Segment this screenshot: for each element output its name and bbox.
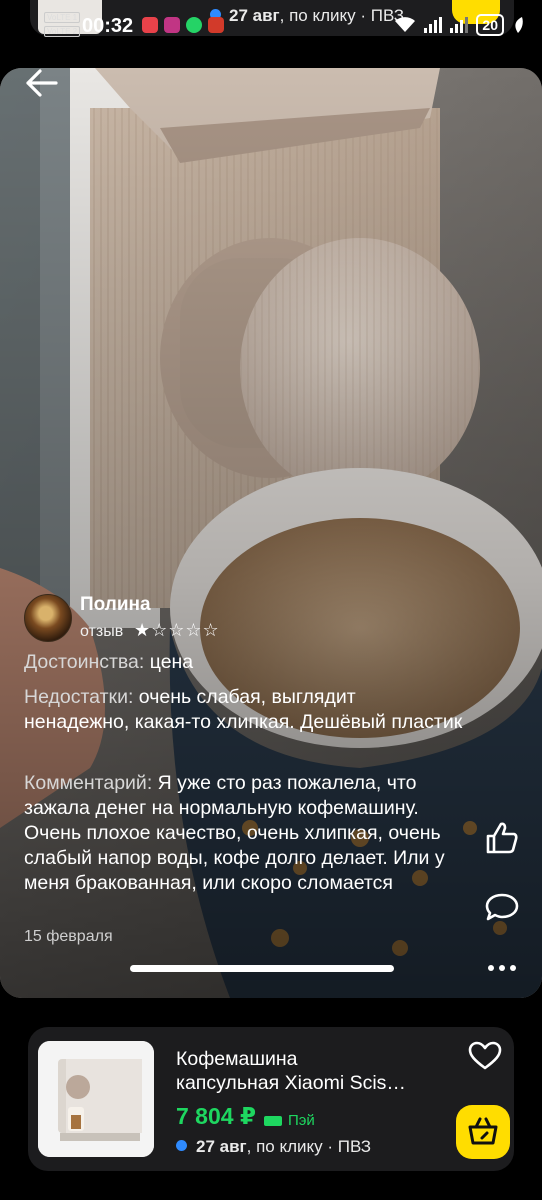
- like-icon[interactable]: [484, 820, 520, 856]
- review-pros: Достоинства: цена: [24, 650, 464, 675]
- instagram-icon: [164, 17, 180, 33]
- review-cons: Недостатки: очень слабая, выглядит ненад…: [24, 685, 464, 735]
- card-icon: [264, 1115, 282, 1126]
- pros-label: Достоинства:: [24, 651, 145, 673]
- comment-icon[interactable]: [484, 892, 520, 924]
- pros-text: цена: [144, 651, 194, 673]
- heart-icon[interactable]: [468, 1041, 502, 1071]
- pay-label: Пэй: [288, 1112, 315, 1129]
- delivery-info: 27 авг, по клику · ПВЗ: [176, 1137, 371, 1157]
- review-date: 15 февраля: [24, 928, 113, 945]
- avatar[interactable]: [24, 594, 72, 642]
- signal-icon: [424, 17, 443, 33]
- status-bar: 27 авг, по клику · ПВЗ VoLTE 1 VoLTE 2 0…: [0, 0, 542, 44]
- app-notification-icon: [208, 17, 224, 33]
- system-indicators: 20: [394, 14, 524, 36]
- volte2-label: VoLTE 2: [44, 26, 81, 37]
- delivery-date: 27 авг: [196, 1137, 247, 1156]
- review-type-label: отзыв: [80, 623, 124, 640]
- comment-label: Комментарий:: [24, 772, 153, 794]
- review-photo[interactable]: Полина отзыв ★☆☆☆☆ Достоинства: цена Нед…: [0, 68, 542, 998]
- status-time: 00:32: [82, 15, 134, 37]
- app-notification-icon: [142, 17, 158, 33]
- top-delivery-date: 27 авг: [229, 6, 280, 25]
- product-thumbnail[interactable]: [38, 1041, 154, 1157]
- delivery-rest: , по клику · ПВЗ: [246, 1137, 371, 1156]
- coffee-machine-image: [38, 1041, 154, 1157]
- top-delivery-info: 27 авг, по клику · ПВЗ: [210, 6, 404, 26]
- review-author[interactable]: Полина: [80, 594, 151, 616]
- rating-stars: ★☆☆☆☆: [134, 620, 220, 640]
- wifi-icon: [395, 17, 416, 32]
- product-title-line2: капсульная Xiaomi Scis…: [176, 1072, 406, 1094]
- review-comment: Комментарий: Я уже сто раз пожалела, что…: [24, 771, 464, 896]
- product-title[interactable]: Кофемашина капсульная Xiaomi Scis…: [176, 1047, 446, 1095]
- cons-label: Недостатки:: [24, 686, 134, 708]
- product-card[interactable]: Кофемашина капсульная Xiaomi Scis… 7 804…: [28, 1027, 514, 1171]
- volte1-label: VoLTE 1: [44, 12, 81, 23]
- whatsapp-icon: [186, 17, 202, 33]
- volte-indicators: VoLTE 1 VoLTE 2: [44, 12, 81, 40]
- cart-icon: [468, 1117, 498, 1145]
- media-progress-bar: [130, 965, 394, 972]
- top-delivery-rest: , по клику · ПВЗ: [279, 6, 404, 25]
- product-title-line1: Кофемашина: [176, 1048, 298, 1070]
- signal2-icon: [450, 17, 469, 33]
- notification-icons: [142, 17, 224, 33]
- leaf-icon: [515, 17, 523, 33]
- back-arrow-icon[interactable]: [24, 68, 60, 98]
- add-to-cart-button[interactable]: [456, 1105, 510, 1159]
- battery-indicator: 20: [476, 14, 504, 36]
- product-price: 7 804 ₽: [176, 1103, 256, 1129]
- delivery-dot-icon: [176, 1140, 187, 1151]
- payment-badge: Пэй: [264, 1112, 315, 1129]
- more-icon[interactable]: [486, 962, 518, 974]
